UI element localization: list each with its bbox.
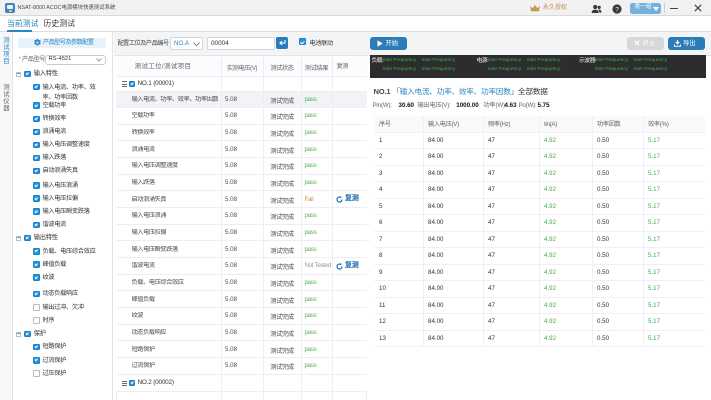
svg-text:?: ?	[615, 6, 619, 13]
